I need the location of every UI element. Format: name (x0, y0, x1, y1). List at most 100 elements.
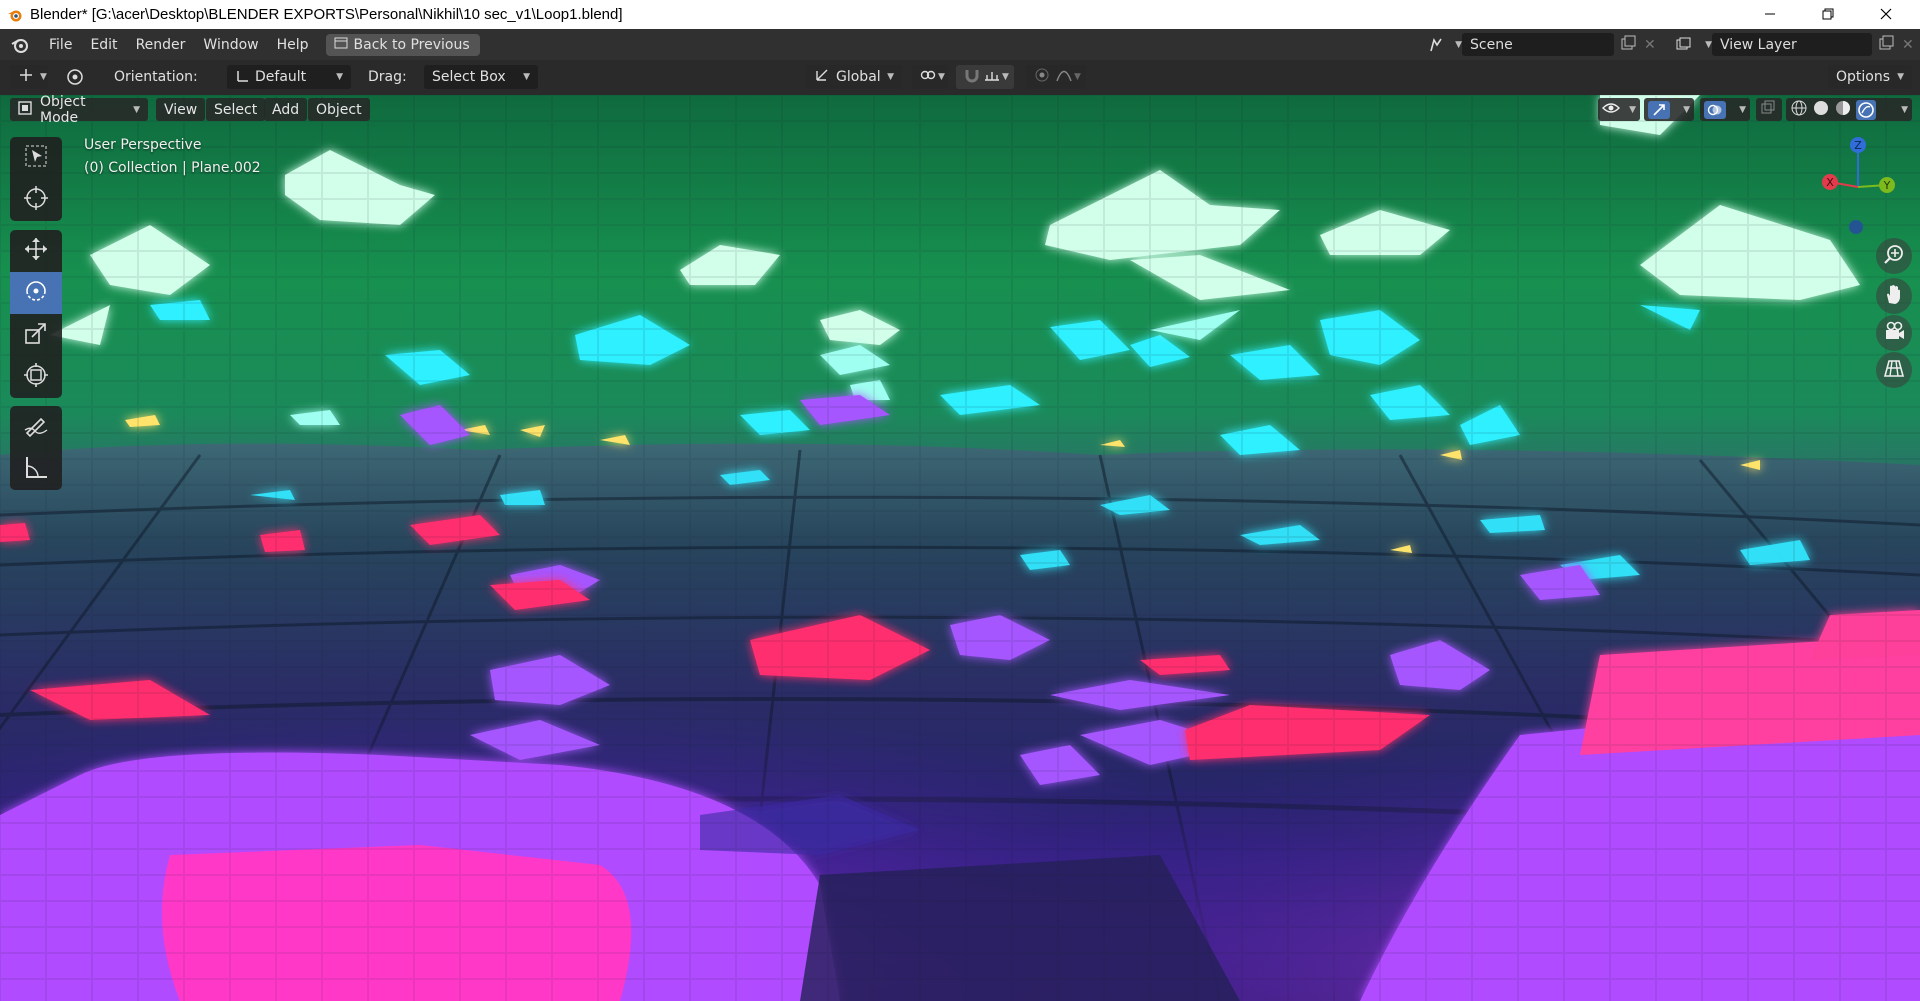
gizmo-z-label: Z (1854, 139, 1862, 152)
restore-icon (1822, 5, 1834, 24)
select-box-icon (23, 143, 49, 173)
snap-increment-icon[interactable] (984, 68, 1000, 86)
solid-shading-icon[interactable] (1812, 99, 1830, 121)
active-tool-rotate-icon[interactable] (60, 65, 90, 89)
annotate-pencil-icon (23, 412, 49, 442)
proportional-editing-group[interactable]: ▼ (1026, 65, 1086, 89)
3d-viewport[interactable]: Object Mode ▼ View Select Add Object ▼ ▼ … (0, 95, 1920, 1001)
delete-view-layer-icon[interactable]: ✕ (1902, 37, 1914, 53)
minimize-icon (1764, 5, 1776, 24)
menu-edit[interactable]: Edit (81, 33, 126, 57)
snap-magnet-icon[interactable] (964, 67, 980, 87)
menu-window[interactable]: Window (194, 33, 267, 57)
new-view-layer-icon[interactable] (1878, 35, 1894, 55)
drag-label: Drag: (368, 69, 407, 85)
close-icon (1880, 5, 1892, 24)
viewport-render (0, 95, 1920, 1001)
editor-type-dropdown[interactable]: ▼ (10, 65, 48, 89)
object-menu-label: Object (316, 101, 362, 118)
top-menu-bar: File Edit Render Window Help Back to Pre… (0, 29, 1920, 60)
view-layer-icon: ▼ (1676, 37, 1712, 53)
scale-tool[interactable] (10, 314, 62, 356)
tool-settings-header: ▼ Orientation: Default ▼ Drag: Select Box… (0, 60, 1920, 95)
cursor-tool[interactable] (10, 179, 62, 221)
minimize-button[interactable] (1741, 0, 1799, 29)
blender-logo-icon (0, 7, 30, 23)
viewport-menu-view[interactable]: View (156, 98, 206, 121)
scene-selector[interactable]: ▼ Scene ✕ (1428, 32, 1656, 57)
blender-menu-icon[interactable] (0, 36, 40, 54)
options-dropdown[interactable]: Options ▼ (1828, 65, 1912, 89)
gizmo-arrows-icon (1648, 100, 1670, 119)
viewport-menu-object[interactable]: Object (308, 98, 370, 121)
camera-view-button[interactable] (1876, 315, 1912, 351)
wireframe-shading-icon[interactable] (1790, 99, 1808, 121)
rotate-tool[interactable] (10, 272, 62, 314)
move-arrows-icon (23, 236, 49, 266)
measure-tool[interactable] (10, 448, 62, 490)
window-title-bar: Blender* [G:\acer\Desktop\BLENDER EXPORT… (0, 0, 1920, 29)
eye-icon (1602, 101, 1620, 119)
orientation-dropdown[interactable]: Default ▼ (227, 65, 351, 89)
transform-orientation-dropdown[interactable]: Global ▼ (806, 65, 902, 89)
zoom-view-button[interactable] (1876, 238, 1912, 274)
hand-pan-icon (1883, 283, 1905, 309)
viewport-menu-select[interactable]: Select (206, 98, 266, 121)
visibility-dropdown[interactable]: ▼ (1598, 98, 1640, 121)
zoom-magnifier-icon (1883, 243, 1905, 269)
shading-mode-group[interactable]: ▼ (1786, 98, 1912, 121)
negative-z-handle[interactable] (1849, 220, 1863, 234)
viewport-menu-add[interactable]: Add (264, 98, 308, 121)
view-layer-selector[interactable]: ▼ View Layer ✕ (1676, 32, 1914, 57)
pan-view-button[interactable] (1876, 278, 1912, 314)
gizmo-x-label: X (1826, 176, 1834, 189)
select-menu-label: Select (214, 101, 258, 118)
xray-toggle[interactable] (1756, 98, 1782, 121)
overlays-toggle[interactable]: ▼ (1700, 98, 1750, 121)
new-scene-icon[interactable] (1620, 35, 1636, 55)
snapping-group[interactable]: ▼ (956, 65, 1014, 89)
annotate-tool-group (10, 406, 62, 490)
perspective-grid-icon (1883, 357, 1905, 383)
scene-icon: ▼ (1428, 37, 1462, 53)
gizmo-toggle[interactable]: ▼ (1644, 98, 1694, 121)
orientation-label: Orientation: (114, 69, 198, 85)
add-menu-label: Add (272, 101, 300, 118)
drag-value: Select Box (432, 69, 506, 85)
cursor-crosshair-icon (23, 185, 49, 215)
select-box-tool[interactable] (10, 137, 62, 179)
view-layer-name: View Layer (1720, 36, 1797, 53)
object-mode-icon (18, 100, 32, 119)
rendered-shading-icon[interactable] (1856, 99, 1876, 120)
select-tool-group (10, 137, 62, 221)
transform-tool[interactable] (10, 356, 62, 398)
menu-render[interactable]: Render (127, 33, 195, 57)
view-layer-name-field[interactable]: View Layer (1712, 33, 1872, 56)
gizmo-y-label: Y (1883, 179, 1891, 192)
material-preview-shading-icon[interactable] (1834, 99, 1852, 121)
close-button[interactable] (1857, 0, 1915, 29)
view-perspective-label: User Perspective (84, 137, 202, 153)
menu-file[interactable]: File (40, 33, 81, 57)
orientation-icon (235, 68, 249, 86)
annotate-tool[interactable] (10, 406, 62, 448)
proportional-edit-icon[interactable] (1034, 67, 1050, 87)
perspective-toggle-button[interactable] (1876, 352, 1912, 388)
back-to-previous-button[interactable]: Back to Previous (325, 33, 480, 56)
scene-name-field[interactable]: Scene (1462, 33, 1614, 56)
global-axes-icon (814, 67, 830, 87)
move-tool[interactable] (10, 230, 62, 272)
restore-button[interactable] (1799, 0, 1857, 29)
object-mode-dropdown[interactable]: Object Mode ▼ (10, 95, 148, 126)
transform-tool-group (10, 230, 62, 398)
transform-icon (23, 362, 49, 392)
menu-help[interactable]: Help (268, 33, 318, 57)
delete-scene-icon[interactable]: ✕ (1644, 37, 1656, 53)
options-label: Options (1836, 69, 1891, 85)
window-title: Blender* [G:\acer\Desktop\BLENDER EXPORT… (30, 6, 623, 23)
pivot-point-dropdown[interactable]: ▼ (912, 65, 948, 89)
falloff-curve-icon[interactable] (1056, 68, 1072, 86)
navigation-gizmo[interactable]: Z X Y (1814, 135, 1904, 235)
drag-dropdown[interactable]: Select Box ▼ (424, 65, 538, 89)
back-to-previous-label: Back to Previous (353, 36, 470, 53)
